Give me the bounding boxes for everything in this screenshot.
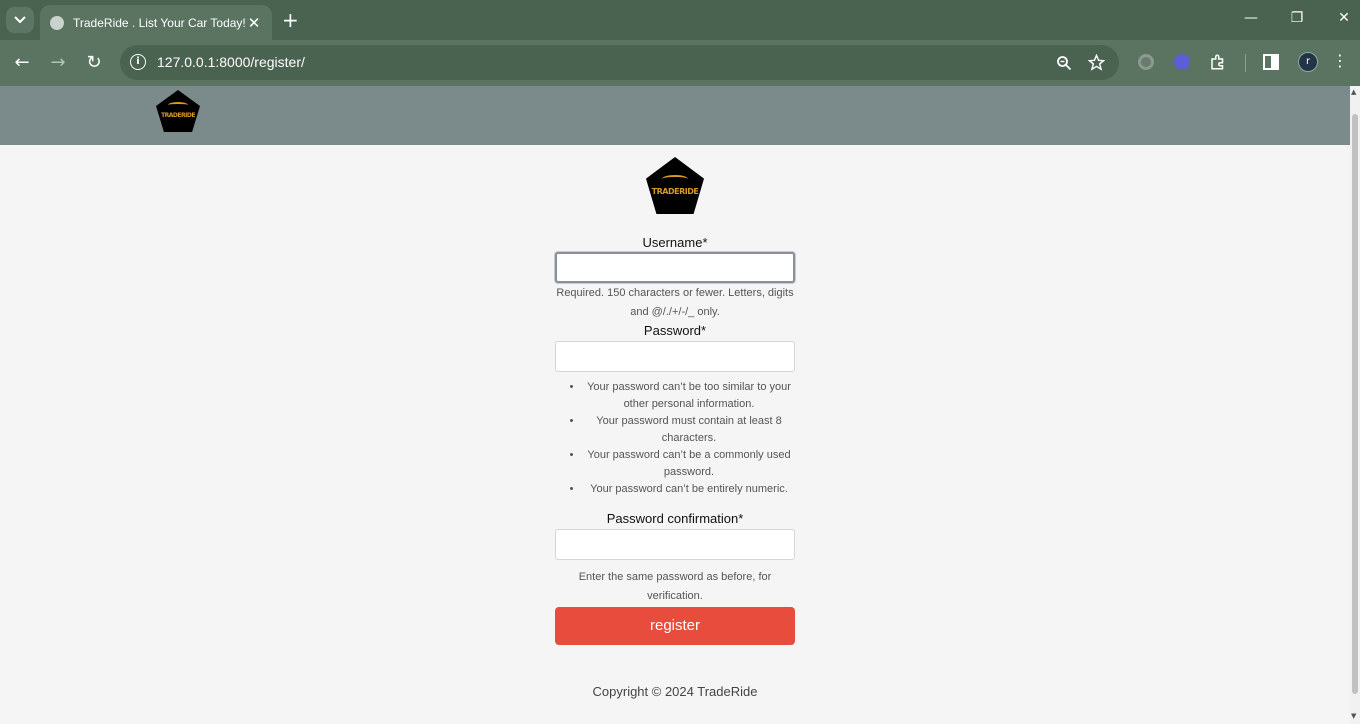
menu-kebab-icon[interactable]: ⋮	[1330, 51, 1350, 70]
browser-tab[interactable]: TradeRide . List Your Car Today! ✕	[40, 5, 272, 40]
password-confirmation-input[interactable]	[555, 529, 795, 560]
site-info-icon[interactable]: i	[130, 54, 146, 70]
chevron-down-icon	[14, 16, 26, 24]
tab-title: TradeRide . List Your Car Today!	[73, 15, 246, 30]
username-label: Username*	[642, 235, 708, 250]
vpn-extension-icon[interactable]	[1174, 54, 1190, 70]
page-scrollbar[interactable]: ▲ ▼	[1350, 86, 1360, 724]
password-confirmation-label: Password confirmation*	[606, 511, 744, 526]
password-rule: Your password can’t be entirely numeric.	[583, 481, 795, 498]
header-logo[interactable]: TRADERIDE	[156, 90, 200, 132]
form-logo: TRADERIDE	[646, 157, 704, 214]
reload-icon[interactable]: ↻	[82, 51, 106, 75]
close-window-button[interactable]: ✕	[1334, 10, 1354, 26]
password-rule: Your password can’t be a commonly used p…	[583, 447, 795, 481]
password-rules-list: Your password can’t be too similar to yo…	[555, 379, 795, 498]
password-rule: Your password must contain at least 8 ch…	[583, 413, 795, 447]
restore-button[interactable]: ❐	[1287, 10, 1307, 26]
confirm-help: Enter the same password as before, for v…	[578, 571, 772, 602]
url-text[interactable]: 127.0.0.1:8000/register/	[157, 54, 305, 70]
tab-close-icon[interactable]: ✕	[246, 14, 262, 32]
scroll-thumb[interactable]	[1352, 114, 1358, 694]
form-logo-text: TRADERIDE	[651, 187, 699, 196]
toolbar-divider	[1245, 54, 1246, 72]
browser-tab-bar: TradeRide . List Your Car Today! ✕ + — ❐…	[0, 0, 1360, 40]
extension-icon[interactable]	[1138, 54, 1154, 70]
zoom-icon[interactable]	[1056, 55, 1072, 71]
footer-copyright: Copyright © 2024 TradeRide	[592, 684, 758, 699]
password-rule: Your password can’t be too similar to yo…	[583, 379, 795, 413]
minimize-button[interactable]: —	[1241, 10, 1261, 26]
car-icon	[168, 102, 188, 108]
scroll-up-icon[interactable]: ▲	[1351, 88, 1356, 96]
extensions-puzzle-icon[interactable]	[1209, 53, 1227, 71]
password-input[interactable]	[555, 341, 795, 372]
side-panel-icon[interactable]	[1263, 54, 1279, 70]
profile-avatar[interactable]: r	[1298, 52, 1318, 72]
new-tab-button[interactable]: +	[282, 9, 299, 31]
password-label: Password*	[643, 323, 707, 338]
back-icon[interactable]: ←	[10, 51, 34, 75]
address-bar[interactable]: i 127.0.0.1:8000/register/	[120, 45, 1119, 80]
register-button[interactable]: register	[555, 607, 795, 645]
bookmark-star-icon[interactable]	[1088, 54, 1105, 71]
tab-search-button[interactable]	[6, 7, 34, 33]
browser-toolbar: ← → ↻ i 127.0.0.1:8000/register/ r ⋮	[0, 40, 1360, 86]
forward-icon[interactable]: →	[46, 51, 70, 75]
car-icon	[662, 175, 688, 183]
username-help: Required. 150 characters or fewer. Lette…	[556, 287, 794, 318]
globe-icon	[50, 15, 64, 30]
header-logo-text: TRADERIDE	[161, 112, 195, 119]
scroll-down-icon[interactable]: ▼	[1351, 712, 1356, 720]
username-input[interactable]	[555, 252, 795, 283]
site-header: TRADERIDE	[0, 86, 1350, 145]
